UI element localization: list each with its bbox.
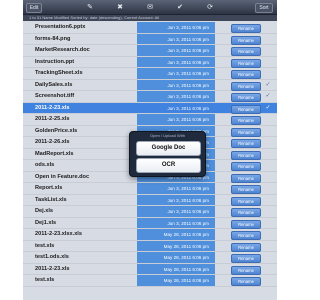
rename-button[interactable]: Rename (231, 70, 261, 79)
file-date: Jun 3, 2011 6:06 pm (137, 56, 215, 67)
popover-title: Open / Upload With (150, 133, 185, 138)
file-date: Jun 3, 2011 6:06 pm (137, 217, 215, 228)
trash-icon[interactable]: ✖ (115, 2, 125, 12)
file-date: Jun 3, 2011 6:06 pm (137, 194, 215, 205)
file-name: test1.ods.xls (35, 254, 69, 260)
file-date: Jun 3, 2011 6:06 pm (137, 91, 215, 102)
file-name: TrackingSheet.xls (35, 70, 83, 76)
ipad-screen: Edit ✎ ✖ ✉ ✔ ⟳ Sort 1 to 31 Name Modifie… (23, 0, 277, 300)
table-row[interactable]: test.xls May 28, 2011 6:06 pm Rename (23, 240, 277, 252)
email-icon[interactable]: ✉ (145, 2, 155, 12)
checkmark-icon: ✓ (265, 81, 271, 88)
table-row[interactable]: DailySales.xls Jun 3, 2011 6:06 pm Rename ✓ (23, 79, 277, 91)
file-date: May 28, 2011 6:06 pm (137, 275, 215, 286)
rename-button[interactable]: Rename (231, 127, 261, 137)
file-name: GoldenPrice.xls (35, 127, 78, 134)
file-name: 2011-2-26.xls (35, 139, 70, 145)
file-date: Jun 3, 2011 6:06 pm (137, 79, 215, 90)
rename-button[interactable]: Rename (231, 24, 261, 33)
sort-button[interactable]: Sort (255, 3, 273, 13)
file-date: Jun 3, 2011 6:06 pm (137, 102, 215, 113)
rename-button[interactable]: Rename (231, 139, 261, 148)
table-row[interactable]: 2011-2-23.xlsx.xls May 28, 2011 6:06 pm Re… (23, 229, 277, 241)
file-name: Open in Feature.doc (35, 173, 90, 180)
table-row[interactable]: Dej.xls Jun 3, 2011 6:06 pm Rename (23, 206, 277, 218)
table-row[interactable]: TaskList.xls Jun 3, 2011 6:06 pm Rename (23, 194, 277, 206)
rename-button[interactable]: Rename (231, 81, 261, 91)
rename-button[interactable]: Rename (231, 116, 261, 125)
file-name: TaskList.xls (35, 196, 67, 203)
file-date: May 28, 2011 6:06 pm (137, 263, 215, 274)
file-date: Jun 3, 2011 6:06 pm (137, 45, 215, 56)
file-name: Instruction.ppt (35, 58, 75, 65)
table-row[interactable]: 2011-2-23.xls May 28, 2011 6:06 pm Rename (23, 263, 277, 275)
file-name: 2011-2-23.xls (35, 104, 70, 111)
table-row[interactable]: MarketResearch.doc Jun 3, 2011 6:06 pm Ren… (23, 45, 277, 57)
file-date: Jun 3, 2011 6:06 pm (137, 68, 215, 79)
file-name: Presentation6.pptx (35, 24, 86, 30)
file-name: test.xls (35, 242, 55, 249)
file-date: Jun 3, 2011 6:06 pm (137, 33, 215, 44)
table-row[interactable]: Screenshot.tiff Jun 3, 2011 6:06 pm Rename… (23, 91, 277, 103)
checkmark-icon: ✓ (265, 93, 271, 99)
checkmark-icon: ✓ (265, 104, 271, 111)
status-line: 1 to 31 Name Modified Sorted by: date (d… (23, 15, 277, 21)
rename-button[interactable]: Rename (231, 254, 261, 263)
file-name: test.xls (35, 277, 55, 283)
file-name: DailySales.xls (35, 81, 73, 88)
rename-button[interactable]: Rename (231, 173, 261, 183)
ocr-button[interactable]: OCR (136, 158, 201, 173)
file-date: Jun 3, 2011 6:06 pm (137, 22, 215, 33)
open-with-popover: Open / Upload With Google Doc OCR (129, 131, 206, 177)
google-doc-button[interactable]: Google Doc (136, 141, 201, 156)
edit-button[interactable]: Edit (26, 3, 42, 13)
table-row[interactable]: test.xls May 28, 2011 6:06 pm Rename (23, 275, 277, 287)
file-name: Dej1.xls (35, 219, 57, 226)
file-name: MarketResearch.doc (35, 47, 90, 53)
file-name: 2011-2-23.xlsx.xls (35, 231, 82, 237)
table-row[interactable]: 2011-2-23.xls Jun 3, 2011 6:06 pm Rename ✓ (23, 102, 277, 114)
table-row[interactable]: Report.xls Jun 3, 2011 6:06 pm Rename (23, 183, 277, 195)
rename-button[interactable]: Rename (231, 93, 261, 102)
file-date: Jun 3, 2011 6:06 pm (137, 183, 215, 194)
table-row[interactable]: Instruction.ppt Jun 3, 2011 6:06 pm Rename (23, 56, 277, 68)
rename-button[interactable]: Rename (231, 219, 261, 229)
rename-button[interactable]: Rename (231, 277, 261, 286)
file-date: May 28, 2011 6:06 pm (137, 240, 215, 251)
rename-button[interactable]: Rename (231, 265, 261, 275)
rename-button[interactable]: Rename (231, 185, 261, 194)
file-date: May 28, 2011 6:06 pm (137, 252, 215, 263)
table-row[interactable]: Dej1.xls Jun 3, 2011 6:06 pm Rename (23, 217, 277, 229)
rename-button[interactable]: Rename (231, 231, 261, 240)
file-name: 2011-2-25.xls (35, 116, 70, 122)
file-name: Screenshot.tiff (35, 93, 75, 99)
table-row[interactable]: Presentation6.pptx Jun 3, 2011 6:06 pm Ren… (23, 22, 277, 34)
file-date: Jun 3, 2011 6:06 pm (137, 114, 215, 125)
table-row[interactable]: TrackingSheet.xls Jun 3, 2011 6:06 pm Rena… (23, 68, 277, 80)
rename-button[interactable]: Rename (231, 196, 261, 206)
rename-button[interactable]: Rename (231, 104, 261, 114)
rename-button[interactable]: Rename (231, 162, 261, 171)
table-row[interactable]: test1.ods.xls May 28, 2011 6:06 pm Rename (23, 252, 277, 264)
rename-button[interactable]: Rename (231, 58, 261, 68)
file-date: May 28, 2011 6:06 pm (137, 229, 215, 240)
file-name: MadReport.xls (35, 150, 74, 157)
file-name: 2011-2-23.xls (35, 265, 70, 272)
rename-button[interactable]: Rename (231, 242, 261, 252)
table-row[interactable]: 2011-2-25.xls Jun 3, 2011 6:06 pm Rename (23, 114, 277, 126)
table-row[interactable]: forms-84.png Jun 3, 2011 6:06 pm Rename (23, 33, 277, 45)
file-date: Jun 3, 2011 6:06 pm (137, 206, 215, 217)
file-name: Dej.xls (35, 208, 54, 214)
compose-icon[interactable]: ✎ (85, 2, 95, 12)
file-name: Report.xls (35, 185, 63, 191)
rename-button[interactable]: Rename (231, 35, 261, 45)
rename-button[interactable]: Rename (231, 150, 261, 160)
rename-button[interactable]: Rename (231, 208, 261, 217)
file-name: ods.xls (35, 162, 55, 168)
top-toolbar: Edit ✎ ✖ ✉ ✔ ⟳ Sort (23, 0, 277, 15)
file-name: forms-84.png (35, 35, 71, 42)
rename-button[interactable]: Rename (231, 47, 261, 56)
checkmark-icon[interactable]: ✔ (175, 2, 185, 12)
refresh-icon[interactable]: ⟳ (205, 2, 215, 12)
